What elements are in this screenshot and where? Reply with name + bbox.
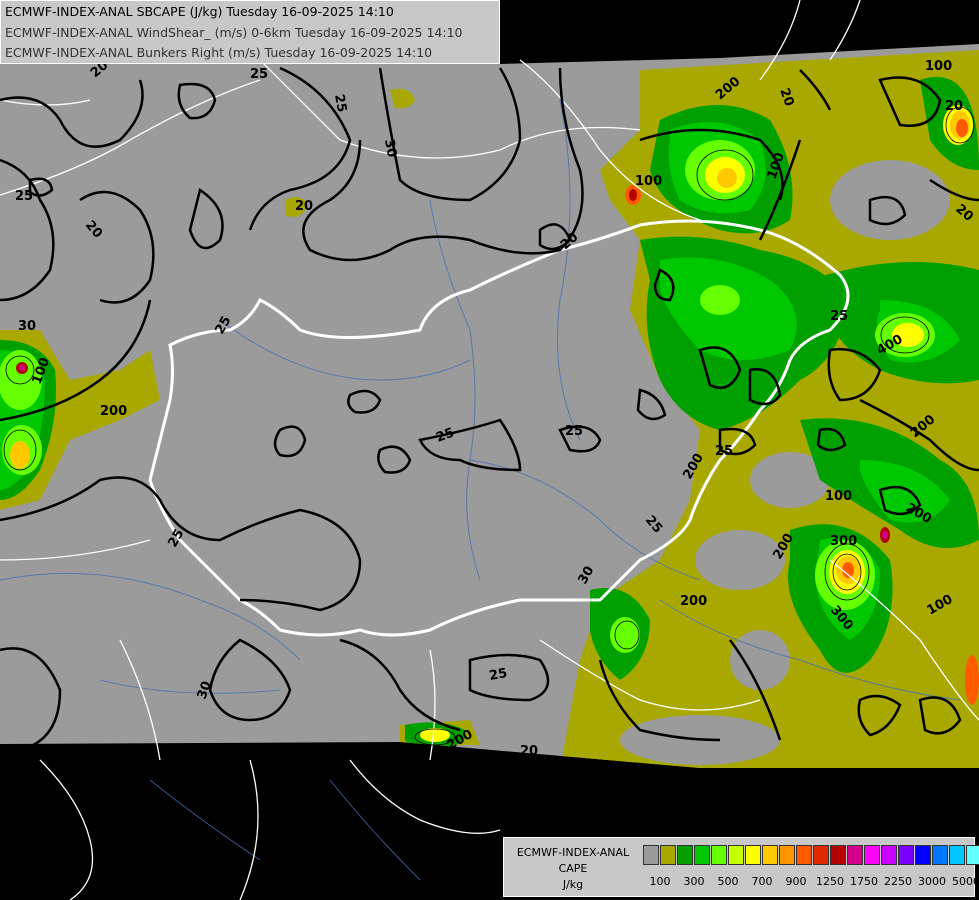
legend-unit: J/kg bbox=[562, 878, 584, 891]
legend-tick-labels: 100 300 500 700 900 1250 1750 2250 3000 5000 bbox=[643, 875, 979, 889]
title-box: ECMWF-INDEX-ANAL SBCAPE (J/kg) Tuesday 1… bbox=[0, 0, 500, 64]
legend-tick-label: 2250 bbox=[884, 875, 912, 888]
contour-label: 20 bbox=[295, 199, 313, 214]
contour-label: 30 bbox=[381, 138, 399, 158]
contour-label: 25 bbox=[715, 444, 733, 459]
legend-tick-label: 3000 bbox=[918, 875, 946, 888]
contour-label: 25 bbox=[15, 189, 33, 204]
legend-swatch bbox=[796, 845, 812, 865]
contour-label: 25 bbox=[830, 309, 848, 324]
contour-label: 25 bbox=[331, 93, 349, 113]
legend-swatch bbox=[745, 845, 761, 865]
legend-swatch bbox=[949, 845, 965, 865]
legend-swatch bbox=[864, 845, 880, 865]
legend-swatch bbox=[932, 845, 948, 865]
legend-swatch bbox=[813, 845, 829, 865]
legend-swatch bbox=[660, 845, 676, 865]
contour-label: 25 bbox=[250, 67, 268, 82]
legend-tick-label: 300 bbox=[683, 875, 705, 888]
weather-map: 20 25 30 25 30 20 25 25 30 25 20 25 25 2… bbox=[0, 0, 979, 900]
legend-swatch bbox=[830, 845, 846, 865]
legend-swatch bbox=[711, 845, 727, 865]
legend-tick-label: 1750 bbox=[850, 875, 878, 888]
legend-swatch bbox=[677, 845, 693, 865]
legend-swatch bbox=[915, 845, 931, 865]
legend-swatch bbox=[779, 845, 795, 865]
contour-label: 200 bbox=[100, 404, 127, 419]
contour-label: 100 bbox=[635, 174, 662, 189]
contour-label: 100 bbox=[925, 59, 952, 74]
contour-label: 30 bbox=[18, 319, 36, 334]
legend-swatch bbox=[762, 845, 778, 865]
cape-legend: ECMWF-INDEX-ANAL CAPE J/kg 100 300 500 700 9… bbox=[503, 837, 979, 897]
contour-label: 20 bbox=[520, 744, 538, 759]
contour-label: 20 bbox=[945, 99, 963, 114]
contour-label: 100 bbox=[825, 489, 852, 504]
title-line-sbcape: ECMWF-INDEX-ANAL SBCAPE (J/kg) Tuesday 1… bbox=[5, 4, 394, 19]
legend-swatch bbox=[847, 845, 863, 865]
legend-tick-label: 900 bbox=[785, 875, 807, 888]
legend-tick-label: 700 bbox=[751, 875, 773, 888]
title-line-bunkers: ECMWF-INDEX-ANAL Bunkers Right (m/s) Tue… bbox=[5, 45, 433, 60]
legend-swatch bbox=[966, 845, 979, 865]
legend-variable: CAPE bbox=[558, 862, 588, 875]
legend-swatch bbox=[898, 845, 914, 865]
legend-swatch bbox=[881, 845, 897, 865]
contour-label: 200 bbox=[680, 594, 707, 609]
legend-source: ECMWF-INDEX-ANAL bbox=[516, 846, 630, 859]
legend-tick-label: 500 bbox=[717, 875, 739, 888]
legend-swatch bbox=[728, 845, 744, 865]
legend-tick-label: 100 bbox=[649, 875, 671, 888]
contour-label: 400 bbox=[880, 29, 907, 44]
legend-tick-label: 1250 bbox=[816, 875, 844, 888]
contour-label: 25 bbox=[565, 424, 583, 439]
legend-tick-label: 5000 bbox=[952, 875, 979, 888]
title-line-windshear: ECMWF-INDEX-ANAL WindShear_ (m/s) 0-6km … bbox=[5, 25, 463, 40]
legend-color-scale bbox=[643, 845, 979, 865]
contour-label: 25 bbox=[488, 666, 508, 684]
legend-swatch bbox=[694, 845, 710, 865]
contour-label: 300 bbox=[830, 534, 857, 549]
legend-swatch bbox=[643, 845, 659, 865]
